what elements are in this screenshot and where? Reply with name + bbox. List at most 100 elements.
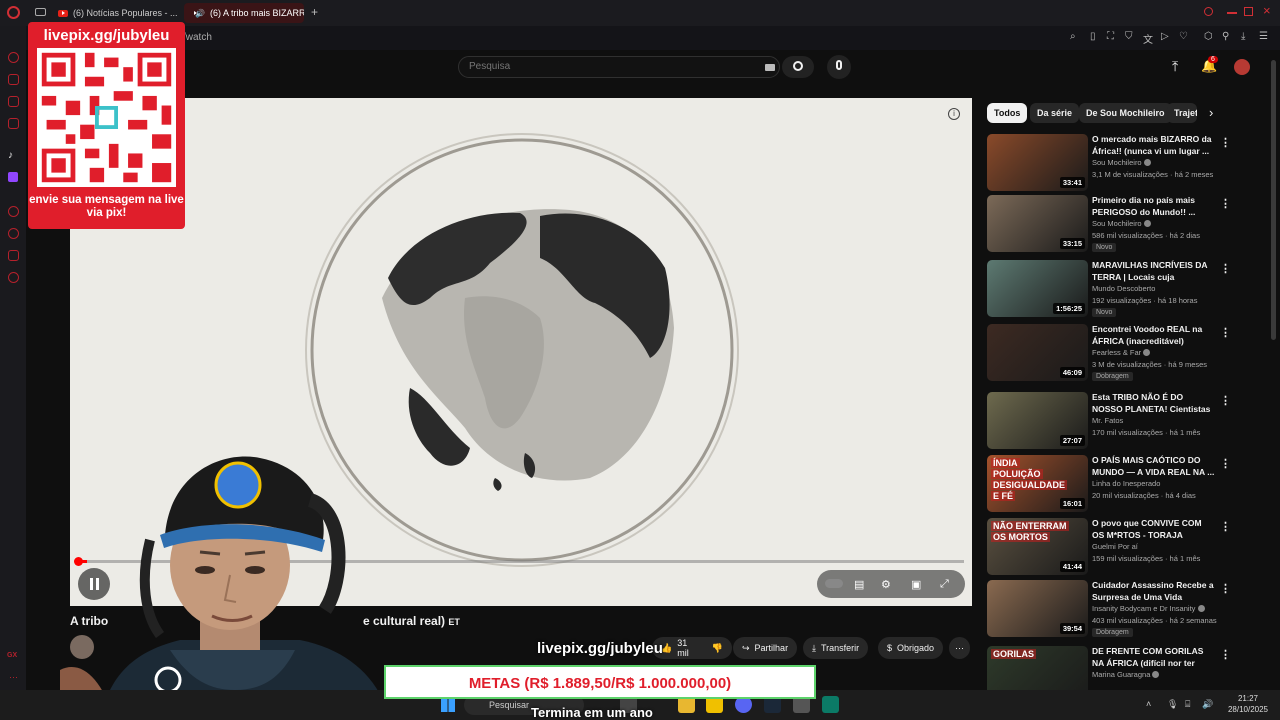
taskbar-clock[interactable]: 21:27 28/10/2025 (1222, 693, 1274, 715)
settings-icon[interactable]: ⚙ (881, 578, 891, 591)
heart-icon[interactable]: ♡ (1179, 31, 1188, 42)
recommendation-item[interactable]: NÃO ENTERRAM OS MORTOS 41:44 O povo que CON… (987, 518, 1237, 578)
snapshot-icon[interactable]: ⛶ (1107, 31, 1114, 42)
channel-name[interactable]: Sou Mochileiro (1092, 158, 1151, 167)
miniplayer-icon[interactable]: ▣ (911, 578, 921, 591)
gamepad-icon[interactable] (35, 8, 46, 16)
windows-start-icon[interactable] (441, 698, 455, 712)
menu-icon[interactable]: ☰ (1259, 31, 1268, 42)
upload-icon[interactable]: ⤒ (1172, 58, 1178, 75)
sidebar-bag-icon[interactable] (8, 74, 19, 85)
share-button[interactable]: ↪ Partilhar (733, 637, 798, 659)
channel-name[interactable]: Insanity Bodycam e Dr Insanity (1092, 604, 1205, 613)
bookmark-icon[interactable]: ▯ (1090, 31, 1096, 42)
recommendation-item[interactable]: ÍNDIA POLUIÇÃO DESIGUALDADE E FÉ 16:01 O PAÍS… (987, 455, 1237, 515)
sidebar-tiktok-icon[interactable]: ♪ (8, 150, 13, 161)
video-title[interactable]: Cuidador Assassino Recebe a Surpresa de … (1092, 580, 1216, 603)
zoom-icon[interactable]: ⌕ (1070, 31, 1076, 42)
kebab-menu-icon[interactable]: ⋮ (1220, 394, 1231, 407)
url-field[interactable]: /watch (183, 32, 212, 43)
sidebar-chat-icon[interactable] (8, 118, 19, 129)
video-title[interactable]: Primeiro dia no país mais PERIGOSO do Mu… (1092, 195, 1216, 218)
chip-trajet[interactable]: Trajet (1167, 103, 1197, 123)
thanks-button[interactable]: $ Obrigado (878, 637, 944, 659)
video-thumbnail[interactable]: ÍNDIA POLUIÇÃO DESIGUALDADE E FÉ 16:01 (987, 455, 1088, 512)
sidebar-history-icon[interactable] (8, 228, 19, 239)
more-actions-button[interactable]: ⋯ (949, 637, 970, 659)
sidebar-speed-dial-icon[interactable] (8, 52, 19, 63)
channel-name[interactable]: Fearless & Far (1092, 348, 1151, 357)
maximize-icon[interactable] (1244, 7, 1253, 16)
shield-icon[interactable]: ⛉ (1125, 31, 1133, 42)
search-box[interactable] (458, 56, 780, 78)
tab-tribo[interactable]: 🔊 (6) A tribo mais BIZARR... (184, 3, 304, 23)
sidebar-player-icon[interactable] (8, 206, 19, 217)
search-button[interactable] (782, 56, 814, 78)
kebab-menu-icon[interactable]: ⋮ (1220, 262, 1231, 275)
info-icon[interactable]: i (948, 108, 960, 120)
chip-da-serie[interactable]: Da série (1030, 103, 1080, 123)
video-thumbnail[interactable]: 33:41 (987, 134, 1088, 191)
chip-sou-mochileiro[interactable]: De Sou Mochileiro (1079, 103, 1172, 123)
new-tab-button[interactable]: + (311, 5, 318, 19)
chevron-right-icon[interactable]: › (1209, 105, 1213, 120)
account-avatar[interactable] (1234, 59, 1250, 75)
voice-search-button[interactable] (827, 55, 851, 79)
video-thumbnail[interactable]: 46:09 (987, 324, 1088, 381)
tray-volume-icon[interactable]: 🔊 (1202, 699, 1213, 710)
kebab-menu-icon[interactable]: ⋮ (1220, 197, 1231, 210)
channel-name[interactable]: Guelmi Por aí (1092, 542, 1138, 551)
tray-network-icon[interactable]: ⌸ (1185, 699, 1190, 710)
channel-name[interactable]: Linha do Inesperado (1092, 479, 1160, 488)
video-title[interactable]: O povo que CONVIVE COM OS M*RTOS - TORAJ… (1092, 518, 1216, 541)
video-thumbnail[interactable]: 1:56:25 (987, 260, 1088, 317)
channel-name[interactable]: Marina Guaragna (1092, 670, 1160, 679)
close-icon[interactable]: × (1263, 3, 1271, 18)
recommendation-item[interactable]: 33:15 Primeiro dia no país mais PERIGOSO … (987, 195, 1237, 255)
recommendation-item[interactable]: 1:56:25 MARAVILHAS INCRÍVEIS DA TERRA | L… (987, 260, 1237, 320)
download-icon[interactable]: ⤓ (1241, 31, 1245, 42)
kebab-menu-icon[interactable]: ⋮ (1220, 520, 1231, 533)
recommendation-item[interactable]: 33:41 O mercado mais BIZARRO da África!! … (987, 134, 1237, 194)
chip-todos[interactable]: Todos (987, 103, 1028, 123)
extensions-icon[interactable]: ⬡ (1204, 31, 1213, 42)
recommendation-item[interactable]: 39:54 Cuidador Assassino Recebe a Surpres… (987, 580, 1237, 640)
recommendation-item[interactable]: 46:09 Encontrei Voodoo REAL na ÁFRICA (in… (987, 324, 1237, 384)
video-title[interactable]: Esta TRIBO NÃO É DO NOSSO PLANETA! Cient… (1092, 392, 1216, 415)
kebab-menu-icon[interactable]: ⋮ (1220, 582, 1231, 595)
search-input[interactable] (469, 61, 749, 72)
minimize-icon[interactable] (1227, 12, 1237, 14)
channel-name[interactable]: Mr. Fatos (1092, 416, 1123, 425)
video-title[interactable]: Encontrei Voodoo REAL na ÁFRICA (inacred… (1092, 324, 1216, 347)
translate-icon[interactable]: 文 (1143, 31, 1153, 46)
kebab-menu-icon[interactable]: ⋮ (1220, 648, 1231, 661)
sidebar-twitch-icon[interactable] (8, 172, 18, 182)
scrollbar[interactable] (1271, 60, 1276, 340)
dislike-icon[interactable]: 👎 (712, 643, 723, 654)
autoplay-toggle[interactable] (825, 579, 843, 588)
kebab-menu-icon[interactable]: ⋮ (1220, 136, 1231, 149)
channel-name[interactable]: Sou Mochileiro (1092, 219, 1151, 228)
tray-mic-icon[interactable]: 🎙 (1167, 699, 1178, 710)
tab-noticias[interactable]: (6) Notícias Populares - ... (52, 3, 186, 23)
video-title[interactable]: O mercado mais BIZARRO da África!! (nunc… (1092, 134, 1216, 157)
sidebar-mail-icon[interactable] (8, 96, 19, 107)
video-title[interactable]: MARAVILHAS INCRÍVEIS DA TERRA | Locais c… (1092, 260, 1216, 283)
video-title[interactable]: O PAÍS MAIS CAÓTICO DO MUNDO — A VIDA RE… (1092, 455, 1216, 478)
profile-icon[interactable]: ⚲ (1222, 31, 1229, 42)
video-thumbnail[interactable]: NÃO ENTERRAM OS MORTOS 41:44 (987, 518, 1088, 575)
sidebar-more-icon[interactable]: ⋯ (9, 672, 18, 683)
kebab-menu-icon[interactable]: ⋮ (1220, 326, 1231, 339)
download-button[interactable]: ⤓ Transferir (803, 637, 869, 659)
video-thumbnail[interactable]: 39:54 (987, 580, 1088, 637)
video-thumbnail[interactable]: 33:15 (987, 195, 1088, 252)
fullscreen-icon[interactable]: ⤢ (940, 578, 949, 591)
keyboard-icon[interactable] (765, 64, 775, 71)
tray-chevron-icon[interactable]: ˄ (1146, 699, 1151, 709)
opera-logo-icon[interactable] (7, 6, 20, 19)
sidebar-extensions-icon[interactable] (8, 250, 19, 261)
search-tabs-icon[interactable] (1204, 7, 1213, 16)
channel-name[interactable]: Mundo Descoberto (1092, 284, 1155, 293)
player-icon[interactable]: ▷ (1161, 31, 1169, 42)
like-button[interactable]: 👍 31 mil 👎 (652, 637, 732, 659)
